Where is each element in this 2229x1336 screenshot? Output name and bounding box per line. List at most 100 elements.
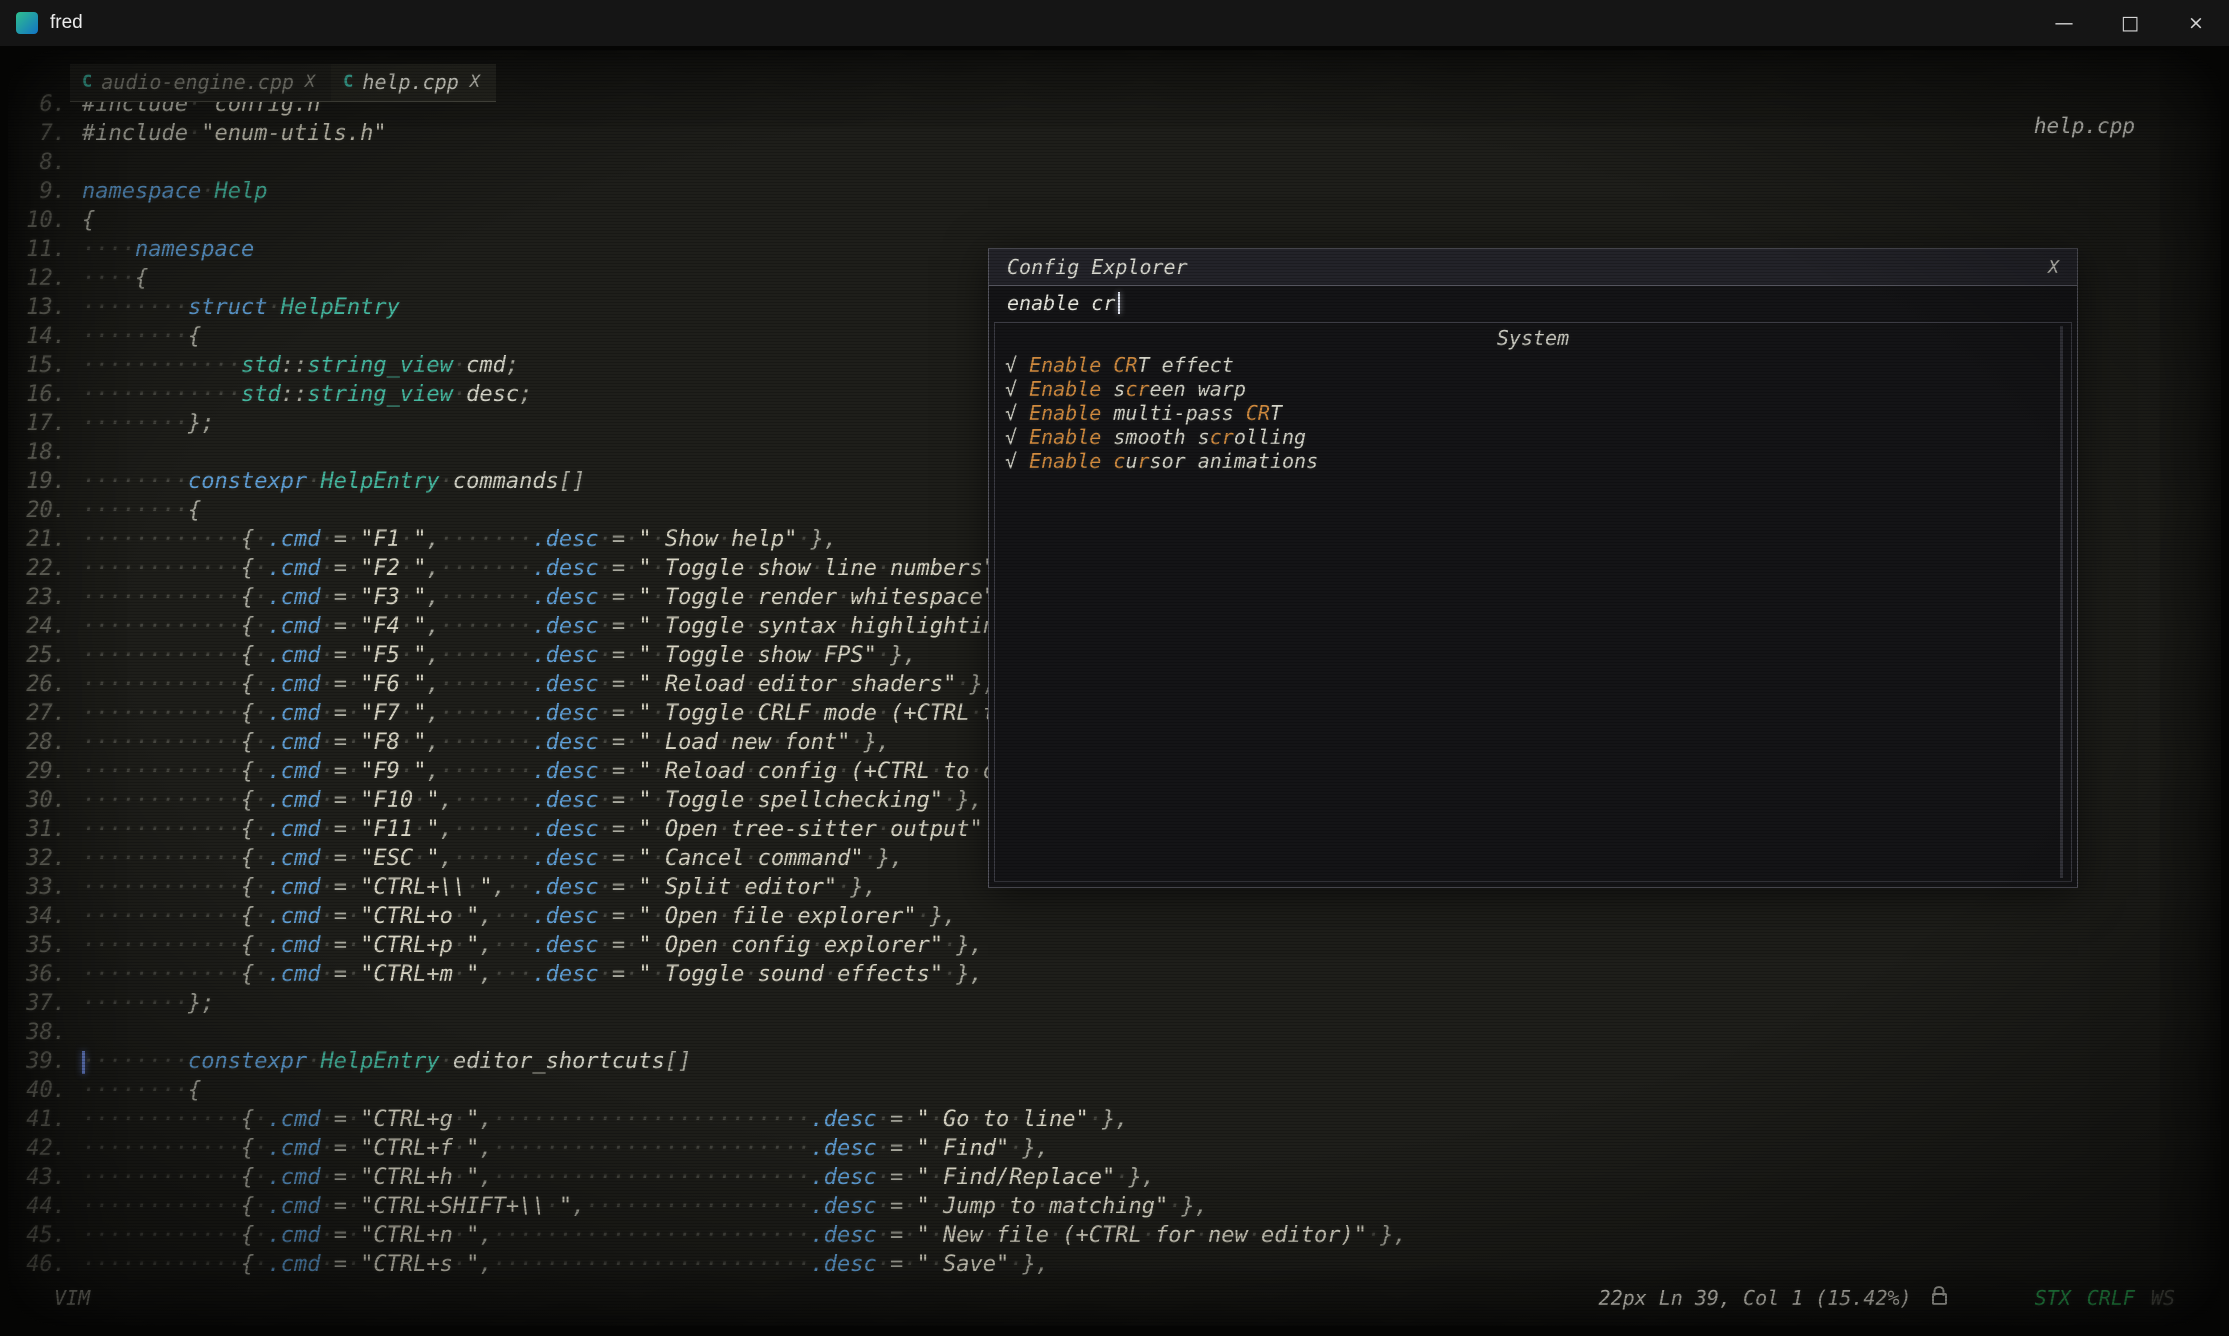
line-number: 41. — [8, 1105, 66, 1134]
line-number: 10. — [8, 206, 66, 235]
config-search-query: enable cr — [1007, 291, 1115, 315]
line-number: 35. — [8, 931, 66, 960]
status-flag-stx: STX — [2035, 1286, 2071, 1310]
tab-audio-engine.cpp[interactable]: Caudio-engine.cpp X — [70, 64, 331, 101]
tab-close-icon[interactable]: X — [470, 72, 480, 92]
config-option[interactable]: √ Enable smooth scrolling — [995, 425, 2071, 449]
config-search-input[interactable]: enable cr — [989, 286, 2077, 320]
code-line[interactable]: 40.········{ — [8, 1076, 1407, 1105]
status-flags: STX CRLF WS — [2035, 1286, 2175, 1310]
titlebar: fred — □ × — [0, 0, 2229, 46]
config-option[interactable]: √ Enable screen warp — [995, 377, 2071, 401]
line-number: 6. — [8, 90, 66, 119]
cpp-file-icon: C — [82, 72, 92, 92]
tab-bar: Caudio-engine.cpp X Chelp.cpp X — [70, 64, 496, 102]
status-flag-ws: WS — [2151, 1286, 2175, 1310]
tab-help.cpp[interactable]: Chelp.cpp X — [331, 64, 496, 101]
maximize-icon[interactable]: □ — [2097, 0, 2163, 46]
filename-overlay: help.cpp — [2034, 114, 2135, 138]
config-option[interactable]: √ Enable CRT effect — [995, 353, 2071, 377]
line-number: 23. — [8, 583, 66, 612]
config-explorer-dialog: Config Explorer X enable cr System √ Ena… — [988, 248, 2078, 888]
line-number: 18. — [8, 438, 66, 467]
crt-stage: Caudio-engine.cpp X Chelp.cpp X help.cpp 6.… — [0, 46, 2229, 1336]
code-line[interactable]: 34.············{·.cmd·=·"CTRL+o·",···.de… — [8, 902, 1407, 931]
line-number: 11. — [8, 235, 66, 264]
line-number: 8. — [8, 148, 66, 177]
lock-icon — [1932, 1293, 1947, 1305]
tab-label: help.cpp — [362, 70, 458, 94]
line-number: 28. — [8, 728, 66, 757]
dialog-close-icon[interactable]: X — [2048, 257, 2059, 278]
line-number: 30. — [8, 786, 66, 815]
line-number: 37. — [8, 989, 66, 1018]
line-number: 32. — [8, 844, 66, 873]
config-results-panel: System √ Enable CRT effect√ Enable scree… — [994, 322, 2072, 882]
line-number: 27. — [8, 699, 66, 728]
line-number: 13. — [8, 293, 66, 322]
scrollbar[interactable] — [2060, 326, 2063, 878]
line-number: 24. — [8, 612, 66, 641]
line-number: 29. — [8, 757, 66, 786]
line-number: 9. — [8, 177, 66, 206]
checkbox-checked-icon: √ — [1005, 353, 1029, 377]
line-number: 14. — [8, 322, 66, 351]
window-controls: — □ × — [2031, 0, 2229, 46]
code-line[interactable]: 36.············{·.cmd·=·"CTRL+m·",···.de… — [8, 960, 1407, 989]
line-number: 15. — [8, 351, 66, 380]
close-icon[interactable]: × — [2163, 0, 2229, 46]
code-line[interactable]: 44.············{·.cmd·=·"CTRL+SHIFT+\\·"… — [8, 1192, 1407, 1221]
line-number: 7. — [8, 119, 66, 148]
line-number: 33. — [8, 873, 66, 902]
line-number: 39. — [8, 1047, 66, 1076]
status-bar: VIM 22px Ln 39, Col 1 (15.42%) STXCRLFWS — [54, 1286, 2175, 1310]
tab-close-icon[interactable]: X — [305, 72, 315, 92]
code-line[interactable]: 7.#include·"enum-utils.h" — [8, 119, 1407, 148]
line-number: 25. — [8, 641, 66, 670]
checkbox-checked-icon: √ — [1005, 425, 1029, 449]
line-number: 40. — [8, 1076, 66, 1105]
checkbox-checked-icon: √ — [1005, 401, 1029, 425]
code-line[interactable]: 9.namespace·Help — [8, 177, 1407, 206]
code-line[interactable]: 39.········constexpr·HelpEntry·editor_sh… — [8, 1047, 1407, 1076]
minimize-icon[interactable]: — — [2031, 0, 2097, 46]
code-line[interactable]: 37.········}; — [8, 989, 1407, 1018]
code-line[interactable]: 10.{ — [8, 206, 1407, 235]
code-line[interactable]: 41.············{·.cmd·=·"CTRL+g·",······… — [8, 1105, 1407, 1134]
line-number: 36. — [8, 960, 66, 989]
line-number: 12. — [8, 264, 66, 293]
code-line[interactable]: 46.············{·.cmd·=·"CTRL+s·",······… — [8, 1250, 1407, 1279]
line-number: 22. — [8, 554, 66, 583]
code-line[interactable]: 38. — [8, 1018, 1407, 1047]
line-number: 44. — [8, 1192, 66, 1221]
window-title: fred — [50, 12, 83, 34]
config-section-header: System — [995, 323, 2071, 353]
line-number: 38. — [8, 1018, 66, 1047]
status-flag-crlf: CRLF — [2087, 1286, 2135, 1310]
line-number: 20. — [8, 496, 66, 525]
code-line[interactable]: 35.············{·.cmd·=·"CTRL+p·",···.de… — [8, 931, 1407, 960]
config-option[interactable]: √ Enable cursor animations — [995, 449, 2071, 473]
line-number: 31. — [8, 815, 66, 844]
line-number: 42. — [8, 1134, 66, 1163]
line-number: 46. — [8, 1250, 66, 1279]
checkbox-checked-icon: √ — [1005, 449, 1029, 473]
code-line[interactable]: 42.············{·.cmd·=·"CTRL+f·",······… — [8, 1134, 1407, 1163]
line-number: 21. — [8, 525, 66, 554]
code-line[interactable]: 8. — [8, 148, 1407, 177]
line-number: 34. — [8, 902, 66, 931]
cpp-file-icon: C — [343, 72, 353, 92]
app-logo-icon — [16, 12, 38, 34]
line-number: 43. — [8, 1163, 66, 1192]
app-window: fred — □ × Caudio-engine.cpp X Chelp.cpp X … — [0, 0, 2229, 1336]
code-line[interactable]: 45.············{·.cmd·=·"CTRL+n·",······… — [8, 1221, 1407, 1250]
dialog-titlebar: Config Explorer X — [989, 249, 2077, 286]
text-cursor — [1118, 292, 1120, 314]
code-line[interactable]: 43.············{·.cmd·=·"CTRL+h·",······… — [8, 1163, 1407, 1192]
config-option-list: √ Enable CRT effect√ Enable screen warp√… — [995, 353, 2071, 473]
config-option[interactable]: √ Enable multi-pass CRT — [995, 401, 2071, 425]
checkbox-checked-icon: √ — [1005, 377, 1029, 401]
line-number: 16. — [8, 380, 66, 409]
line-number: 26. — [8, 670, 66, 699]
tab-label: audio-engine.cpp — [101, 70, 294, 94]
